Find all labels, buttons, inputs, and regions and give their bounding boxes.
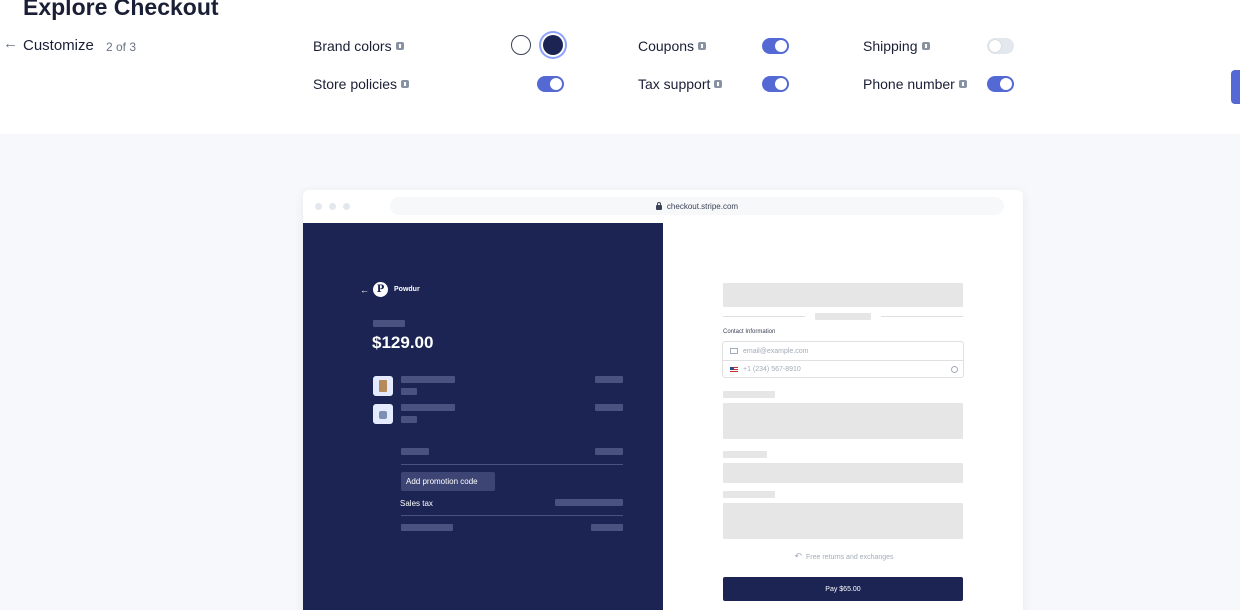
merchant-logo: P bbox=[373, 282, 388, 297]
store-policies-toggle[interactable] bbox=[537, 76, 564, 92]
info-icon[interactable] bbox=[921, 42, 930, 50]
store-policies-option: Store policies bbox=[313, 76, 410, 92]
divider bbox=[401, 464, 623, 465]
tax-support-option: Tax support bbox=[638, 76, 723, 92]
email-placeholder: email@example.com bbox=[743, 347, 809, 355]
step-count: 2 of 3 bbox=[106, 40, 137, 54]
placeholder-bar bbox=[555, 499, 623, 506]
return-arrow-icon: ↶ bbox=[794, 551, 802, 561]
page-title: Explore Checkout bbox=[23, 0, 219, 20]
arrow-left-icon[interactable]: ← bbox=[3, 36, 18, 52]
brand-colors-label: Brand colors bbox=[313, 38, 392, 54]
placeholder-bar bbox=[815, 313, 871, 320]
brand-colors-option: Brand colors bbox=[313, 38, 404, 54]
returns-note: ↶ Free returns and exchanges bbox=[723, 552, 965, 562]
tax-support-toggle[interactable] bbox=[762, 76, 789, 92]
placeholder-bar bbox=[595, 404, 623, 411]
shipping-toggle[interactable] bbox=[987, 38, 1014, 54]
coupons-toggle[interactable] bbox=[762, 38, 789, 54]
navy-color-swatch[interactable] bbox=[543, 35, 563, 55]
placeholder-bar bbox=[373, 320, 405, 327]
sales-tax-label: Sales tax bbox=[400, 499, 433, 508]
browser-mockup: checkout.stripe.com ← P Powdur $129.00 A… bbox=[303, 190, 1023, 610]
order-summary-pane: ← P Powdur $129.00 Add promotion code Sa… bbox=[303, 223, 663, 610]
info-icon[interactable] bbox=[951, 366, 958, 373]
returns-text: Free returns and exchanges bbox=[805, 554, 894, 561]
placeholder-bar bbox=[591, 524, 623, 531]
coupons-option: Coupons bbox=[638, 38, 707, 54]
phone-placeholder: +1 (234) 567-8910 bbox=[743, 366, 801, 373]
shipping-label: Shipping bbox=[863, 38, 918, 54]
info-icon[interactable] bbox=[395, 42, 404, 50]
phone-number-option: Phone number bbox=[863, 76, 967, 92]
divider bbox=[881, 316, 963, 317]
phone-number-toggle[interactable] bbox=[987, 76, 1014, 92]
info-icon[interactable] bbox=[401, 80, 410, 88]
placeholder-bar bbox=[401, 376, 455, 383]
payment-form-pane: Contact Information email@example.com +1… bbox=[663, 223, 1023, 610]
store-policies-label: Store policies bbox=[313, 76, 398, 92]
placeholder-bar bbox=[401, 404, 455, 411]
tax-support-label: Tax support bbox=[638, 76, 711, 92]
placeholder-field bbox=[723, 463, 963, 483]
add-promotion-code-button[interactable]: Add promotion code bbox=[401, 472, 495, 491]
browser-toolbar: checkout.stripe.com bbox=[303, 190, 1023, 223]
contact-fields: email@example.com +1 (234) 567-8910 bbox=[722, 341, 964, 378]
placeholder-bar bbox=[401, 388, 417, 395]
pay-button[interactable]: Pay $65.00 bbox=[723, 577, 963, 601]
url-bar: checkout.stripe.com bbox=[390, 197, 1004, 215]
order-total: $129.00 bbox=[372, 333, 434, 352]
info-icon[interactable] bbox=[958, 80, 967, 88]
info-icon[interactable] bbox=[698, 42, 707, 50]
phone-field[interactable]: +1 (234) 567-8910 bbox=[723, 360, 963, 378]
customize-toolbar: Explore Checkout ← Customize 2 of 3 Bran… bbox=[0, 0, 1240, 134]
window-dot-icon bbox=[315, 203, 322, 210]
mail-icon bbox=[730, 348, 738, 354]
step-title: Customize bbox=[23, 37, 94, 54]
product-thumbnail bbox=[373, 376, 393, 396]
placeholder-bar bbox=[401, 524, 453, 531]
info-icon[interactable] bbox=[714, 80, 723, 88]
coupons-label: Coupons bbox=[638, 38, 695, 54]
placeholder-bar bbox=[723, 491, 775, 498]
divider bbox=[401, 515, 623, 516]
url-text: checkout.stripe.com bbox=[666, 201, 739, 211]
placeholder-bar bbox=[723, 451, 767, 458]
window-dot-icon bbox=[343, 203, 350, 210]
merchant-name: Powdur bbox=[394, 286, 420, 293]
express-checkout-placeholder bbox=[723, 283, 963, 307]
phone-number-label: Phone number bbox=[863, 76, 955, 92]
window-dot-icon bbox=[329, 203, 336, 210]
lock-icon bbox=[655, 201, 662, 210]
placeholder-bar bbox=[595, 376, 623, 383]
product-thumbnail bbox=[373, 404, 393, 424]
white-color-swatch[interactable] bbox=[511, 35, 531, 55]
placeholder-bar bbox=[401, 416, 417, 423]
contact-information-label: Contact Information bbox=[723, 329, 776, 335]
next-step-button[interactable] bbox=[1231, 70, 1240, 104]
placeholder-bar bbox=[723, 391, 775, 398]
placeholder-bar bbox=[401, 448, 429, 455]
divider bbox=[723, 316, 805, 317]
placeholder-field bbox=[723, 503, 963, 539]
shipping-option: Shipping bbox=[863, 38, 930, 54]
us-flag-icon bbox=[730, 366, 738, 373]
email-field[interactable]: email@example.com bbox=[723, 342, 963, 360]
placeholder-field bbox=[723, 403, 963, 439]
placeholder-bar bbox=[595, 448, 623, 455]
arrow-left-icon[interactable]: ← bbox=[360, 285, 369, 295]
